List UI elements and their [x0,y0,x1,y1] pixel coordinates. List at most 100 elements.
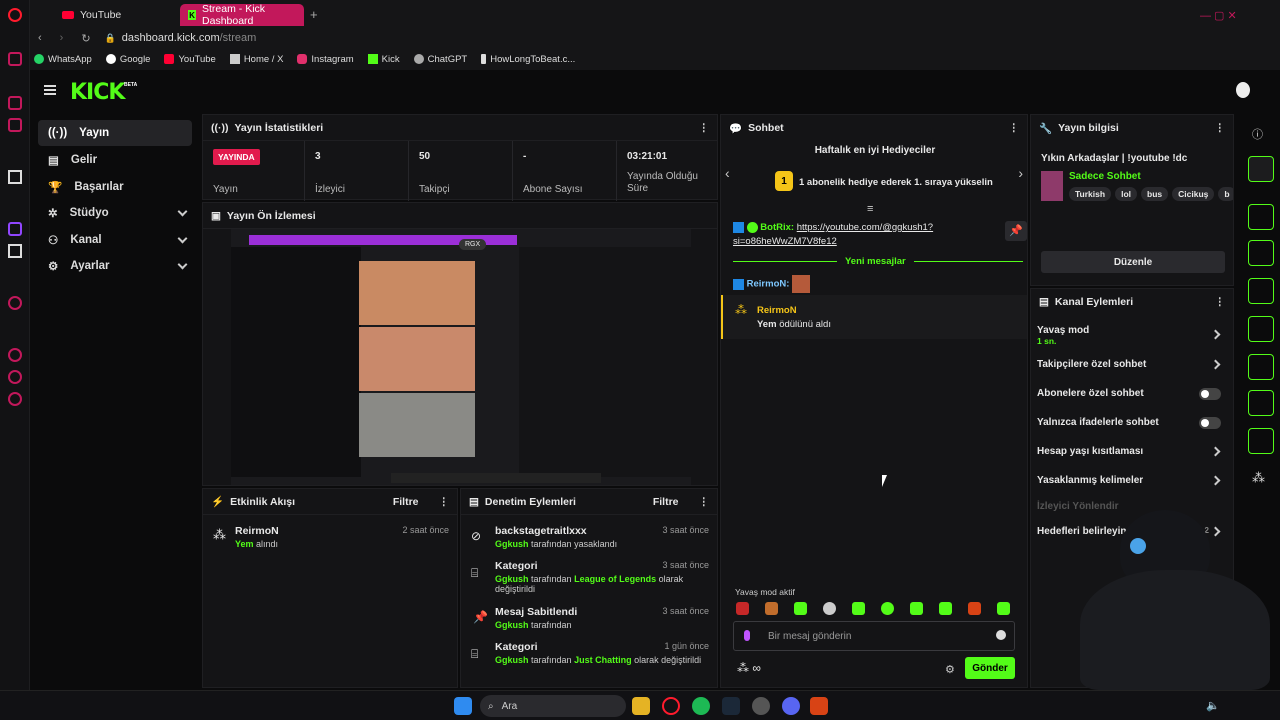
chat-username[interactable]: ReirmoN: [747,279,790,290]
kick-logo[interactable]: KICK [70,80,125,105]
bookmark-chatgpt[interactable]: ChatGPT [413,54,467,65]
reward-user[interactable]: ReirmoN [757,305,797,316]
collapse-icon[interactable]: ≡ [867,203,873,215]
twitch-icon[interactable] [8,222,22,236]
gear-icon[interactable]: ⚙ [945,663,955,676]
stream-preview-video[interactable]: RGX [231,229,691,485]
bookmark-google[interactable]: Google [105,54,150,65]
nav-item-ayarlar[interactable]: ⚙ Ayarlar [38,253,192,279]
emote-icon[interactable] [852,602,865,615]
chat-input[interactable]: Bir mesaj gönderin [733,621,1015,651]
kick-bot-icon[interactable]: ⁂ ∞ [737,661,761,675]
bookmark-howlongtobeat[interactable]: HowLongToBeat.c... [481,54,575,65]
steam-icon[interactable] [722,697,740,715]
menu-icon[interactable] [44,85,56,95]
new-tab-button[interactable]: + [310,7,318,22]
reload-icon[interactable]: ↻ [81,32,90,45]
action-followers-only[interactable]: Takipçilere özel sohbet [1037,359,1227,370]
tag[interactable]: lol [1115,187,1137,201]
sidebar-app-icon[interactable] [8,52,22,66]
avatar[interactable] [1236,82,1250,98]
file-explorer-icon[interactable] [632,697,650,715]
spotify-icon[interactable] [692,697,710,715]
more-icon[interactable]: ⋮ [1215,122,1226,134]
tag[interactable]: bus [1141,187,1169,201]
opera-logo-icon[interactable] [8,8,22,22]
pin-button[interactable]: 📌 [1005,221,1027,241]
back-icon[interactable]: ‹ [38,32,42,44]
volume-icon[interactable]: 🔈 [1206,699,1220,712]
bookmark-kick[interactable]: Kick [367,54,400,65]
windows-start-icon[interactable] [454,697,472,715]
emote-icon[interactable] [881,602,894,615]
emote-icon[interactable] [736,602,749,615]
filter-button[interactable]: Filtre [653,496,679,508]
info-icon[interactable]: ⓘ [1252,126,1263,142]
emoji-icon[interactable] [996,630,1006,640]
url-domain[interactable]: dashboard.kick.com [122,32,220,44]
action-account-age[interactable]: Hesap yaşı kısıtlaması [1037,446,1227,457]
emote-icon[interactable] [968,602,981,615]
history-icon[interactable] [8,348,22,362]
emote-icon[interactable] [939,602,952,615]
bookmark-instagram[interactable]: Instagram [297,54,354,65]
action-subscribers-only[interactable]: Abonelere özel sohbet [1037,388,1227,400]
action-emotes-only[interactable]: Yalnızca ifadelerle sohbet [1037,417,1227,429]
forward-icon[interactable]: › [60,32,64,44]
chat-tool-button[interactable] [1248,316,1274,342]
nav-item-yayin[interactable]: ((·)) Yayın [38,120,192,146]
action-slow-mode[interactable]: Yavaş mod 1 sn. [1037,325,1227,346]
sidebar-app-icon[interactable] [8,170,22,184]
settings-icon[interactable] [8,392,22,406]
emote-icon[interactable] [765,602,778,615]
nav-item-kanal[interactable]: ⚇ Kanal [38,227,192,253]
bookmark-whatsapp[interactable]: WhatsApp [34,54,92,65]
edit-button[interactable]: Düzenle [1041,251,1225,273]
mic-icon[interactable] [744,630,750,641]
tool-button[interactable] [1248,204,1274,230]
bolt-tool-button[interactable] [1248,240,1274,266]
tag[interactable]: Cicikuş [1172,187,1215,201]
tab-youtube[interactable]: YouTube [54,4,129,26]
tag[interactable]: b [1218,187,1233,201]
app-icon[interactable] [810,697,828,715]
emote-icon[interactable] [823,602,836,615]
chevron-left-icon[interactable]: ‹ [725,165,730,181]
more-icon[interactable]: ⋮ [699,122,710,134]
sidebar-app-icon[interactable] [8,370,22,384]
more-icon[interactable]: ⋮ [699,496,710,508]
wrench-tool-button[interactable] [1248,428,1274,454]
list-tool-button[interactable] [1248,278,1274,304]
more-icon[interactable]: ⋮ [1215,296,1226,308]
x-icon[interactable] [8,244,22,258]
kick-bot-icon[interactable]: ⁂ [1252,470,1265,486]
channel-tool-button[interactable] [1248,390,1274,416]
bookmark-x[interactable]: Home / X [229,54,283,65]
sidebar-app-icon[interactable] [8,96,22,110]
filter-button[interactable]: Filtre [393,496,419,508]
bookmark-youtube[interactable]: YouTube [164,54,216,65]
nav-item-gelir[interactable]: ▤ Gelir [38,147,192,173]
url-path[interactable]: /stream [220,32,257,44]
edit-tool-button[interactable] [1248,156,1274,182]
window-controls[interactable]: — ▢ ✕ [1200,9,1260,22]
sidebar-app-icon[interactable] [8,118,22,132]
more-icon[interactable]: ⋮ [439,496,450,508]
emote-icon[interactable] [910,602,923,615]
address-bar[interactable]: ‹ › ↻ 🔒 dashboard.kick.com/stream [30,28,1280,48]
category-name[interactable]: Sadece Sohbet [1069,171,1141,182]
pinned-user[interactable]: BotRix: [760,222,794,233]
tab-kick-dashboard[interactable]: K Stream - Kick Dashboard [180,3,304,27]
emote-icon[interactable] [794,602,807,615]
nav-item-basarilar[interactable]: 🏆 Başarılar [38,174,192,200]
discord-icon[interactable] [782,697,800,715]
send-button[interactable]: Gönder [965,657,1015,679]
subscribers-only-toggle[interactable] [1199,388,1221,400]
opera-icon[interactable] [662,697,680,715]
emotes-only-toggle[interactable] [1199,417,1221,429]
chevron-right-icon[interactable]: › [1018,165,1023,181]
app-icon[interactable] [752,697,770,715]
broadcast-tool-button[interactable] [1248,354,1274,380]
emote-icon[interactable] [997,602,1010,615]
sidebar-app-icon[interactable] [8,296,22,310]
